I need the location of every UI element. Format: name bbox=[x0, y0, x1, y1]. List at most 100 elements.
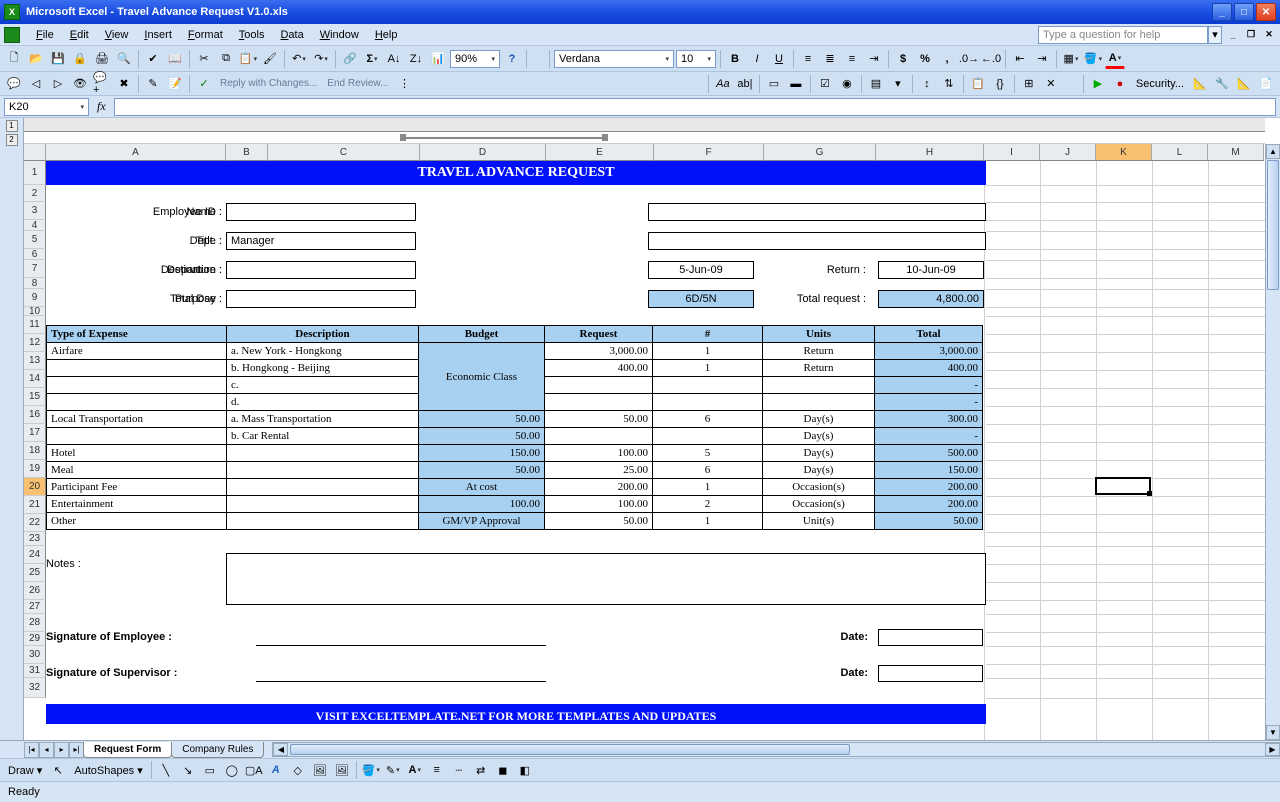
rectangle-icon[interactable]: ▭ bbox=[200, 760, 220, 780]
picture-icon[interactable]: 🖼 bbox=[332, 760, 352, 780]
col-header-D[interactable]: D bbox=[420, 144, 546, 161]
arrow-style-icon[interactable]: ⇄ bbox=[471, 760, 491, 780]
button-control-icon[interactable]: ▬ bbox=[786, 74, 806, 94]
row-header-corner[interactable] bbox=[24, 144, 46, 161]
row-header-8[interactable]: 8 bbox=[24, 278, 46, 289]
mdi-close[interactable]: ✕ bbox=[1262, 28, 1276, 42]
wordart-icon[interactable]: A bbox=[266, 760, 286, 780]
currency-icon[interactable]: $ bbox=[893, 49, 913, 69]
row-header-5[interactable]: 5 bbox=[24, 231, 46, 249]
row-header-3[interactable]: 3 bbox=[24, 202, 46, 220]
row-header-2[interactable]: 2 bbox=[24, 185, 46, 202]
row-header-19[interactable]: 19 bbox=[24, 460, 46, 478]
borders-icon[interactable]: ▦▾ bbox=[1061, 49, 1081, 69]
expense-table[interactable]: Type of ExpenseDescriptionBudgetRequest#… bbox=[46, 325, 983, 530]
align-right-icon[interactable]: ≡ bbox=[842, 49, 862, 69]
input-employee-id[interactable] bbox=[226, 203, 416, 221]
delete-comment-icon[interactable]: ✖ bbox=[114, 74, 134, 94]
col-header-H[interactable]: H bbox=[876, 144, 984, 161]
outline-level-1[interactable]: 1 bbox=[6, 120, 18, 132]
research-icon[interactable]: 📖 bbox=[165, 49, 185, 69]
zoom-combo[interactable]: 90%▾ bbox=[450, 50, 500, 68]
input-destination[interactable] bbox=[226, 261, 416, 279]
run-macro-icon[interactable]: ▶ bbox=[1088, 74, 1108, 94]
row-header-21[interactable]: 21 bbox=[24, 496, 46, 514]
arrow-icon[interactable]: ↘ bbox=[178, 760, 198, 780]
row-header-30[interactable]: 30 bbox=[24, 646, 46, 664]
redo-icon[interactable]: ↷▾ bbox=[311, 49, 331, 69]
toggle-grid-icon[interactable]: ⊞ bbox=[1019, 74, 1039, 94]
help-search-input[interactable]: Type a question for help bbox=[1038, 26, 1208, 44]
new-comment-icon[interactable]: 💬 bbox=[4, 74, 24, 94]
show-all-comments-icon[interactable]: 💬+ bbox=[92, 74, 112, 94]
control-toolbox-icon[interactable]: 🔧 bbox=[1212, 74, 1232, 94]
hyperlink-icon[interactable]: 🔗 bbox=[340, 49, 360, 69]
row-header-4[interactable]: 4 bbox=[24, 220, 46, 231]
row-header-32[interactable]: 32 bbox=[24, 678, 46, 698]
maximize-button[interactable]: □ bbox=[1234, 3, 1254, 21]
paste-icon[interactable]: 📋▾ bbox=[238, 49, 258, 69]
end-review-link[interactable]: End Review... bbox=[323, 78, 392, 89]
row-header-25[interactable]: 25 bbox=[24, 564, 46, 582]
prev-comment-icon[interactable]: ◁ bbox=[26, 74, 46, 94]
tab-nav-first[interactable]: |◂ bbox=[24, 742, 39, 758]
excel-doc-icon[interactable] bbox=[4, 27, 20, 43]
font-color-icon[interactable]: A▾ bbox=[1105, 49, 1125, 69]
font-size-combo[interactable]: 10▾ bbox=[676, 50, 716, 68]
sort-desc-icon[interactable]: Z↓ bbox=[406, 49, 426, 69]
menu-insert[interactable]: Insert bbox=[136, 27, 180, 43]
row-header-11[interactable]: 11 bbox=[24, 316, 46, 334]
menu-view[interactable]: View bbox=[97, 27, 137, 43]
row-header-6[interactable]: 6 bbox=[24, 249, 46, 260]
line-style-icon[interactable]: ≡ bbox=[427, 760, 447, 780]
clipart-icon[interactable]: 🖼 bbox=[310, 760, 330, 780]
percent-icon[interactable]: % bbox=[915, 49, 935, 69]
cell-grid[interactable]: TRAVEL ADVANCE REQUEST Employee ID : Nam… bbox=[46, 161, 1265, 740]
horizontal-scrollbar[interactable]: ◀ ▶ bbox=[272, 742, 1280, 757]
input-name[interactable] bbox=[648, 203, 986, 221]
hscroll-thumb[interactable] bbox=[290, 744, 850, 755]
scroll-left-icon[interactable]: ◀ bbox=[273, 743, 288, 756]
comma-icon[interactable]: , bbox=[937, 49, 957, 69]
vscroll-thumb[interactable] bbox=[1267, 160, 1279, 290]
row-header-10[interactable]: 10 bbox=[24, 307, 46, 316]
menu-file[interactable]: File bbox=[28, 27, 62, 43]
row-header-12[interactable]: 12 bbox=[24, 334, 46, 352]
vb-editor-icon[interactable]: 📐 bbox=[1190, 74, 1210, 94]
input-dept[interactable] bbox=[648, 232, 986, 250]
checkbox-control-icon[interactable]: ☑ bbox=[815, 74, 835, 94]
outline-bar[interactable]: 1 2 bbox=[0, 118, 24, 740]
tab-nav-last[interactable]: ▸| bbox=[69, 742, 84, 758]
col-header-C[interactable]: C bbox=[268, 144, 420, 161]
textbox-control-icon[interactable]: ab| bbox=[735, 74, 755, 94]
increase-decimal-icon[interactable]: .0→ bbox=[959, 49, 979, 69]
print-preview-icon[interactable]: 🔍 bbox=[114, 49, 134, 69]
new-icon[interactable]: 🗋 bbox=[4, 49, 24, 69]
help-icon[interactable]: ? bbox=[502, 49, 522, 69]
close-button[interactable]: ✕ bbox=[1256, 3, 1276, 21]
row-header-15[interactable]: 15 bbox=[24, 388, 46, 406]
sheet-tab-request-form[interactable]: Request Form bbox=[83, 742, 172, 758]
mdi-restore[interactable]: ❐ bbox=[1244, 28, 1258, 42]
toolbar-options-icon[interactable]: ⋮ bbox=[394, 74, 414, 94]
row-header-31[interactable]: 31 bbox=[24, 664, 46, 678]
menu-tools[interactable]: Tools bbox=[231, 27, 273, 43]
track-changes-icon[interactable]: 📝 bbox=[165, 74, 185, 94]
input-date-employee[interactable] bbox=[878, 629, 983, 646]
row-header-20[interactable]: 20 bbox=[24, 478, 46, 496]
row-header-1[interactable]: 1 bbox=[24, 161, 46, 185]
script-editor-icon[interactable]: 📄 bbox=[1256, 74, 1276, 94]
listbox-control-icon[interactable]: ▤ bbox=[866, 74, 886, 94]
menu-window[interactable]: Window bbox=[312, 27, 367, 43]
row-header-16[interactable]: 16 bbox=[24, 406, 46, 424]
next-comment-icon[interactable]: ▷ bbox=[48, 74, 68, 94]
mdi-minimize[interactable]: _ bbox=[1226, 28, 1240, 42]
copy-icon[interactable]: ⧉ bbox=[216, 49, 236, 69]
3d-icon[interactable]: ◧ bbox=[515, 760, 535, 780]
sort-asc-icon[interactable]: A↓ bbox=[384, 49, 404, 69]
minimize-button[interactable]: _ bbox=[1212, 3, 1232, 21]
menu-help[interactable]: Help bbox=[367, 27, 406, 43]
menu-edit[interactable]: Edit bbox=[62, 27, 97, 43]
open-icon[interactable]: 📂 bbox=[26, 49, 46, 69]
increase-indent-icon[interactable]: ⇥ bbox=[1032, 49, 1052, 69]
